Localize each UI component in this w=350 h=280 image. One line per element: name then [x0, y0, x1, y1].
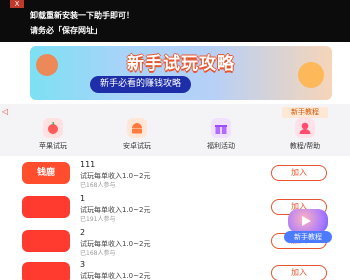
task-participants: 已168人参与: [80, 182, 116, 189]
notice-bar: X 卸载重新安装一下助手即可！ 请务必「保存网址」: [0, 0, 350, 42]
category-row: 苹果试玩 安卓试玩 福利活动 教程/帮助: [24, 118, 334, 152]
category-android[interactable]: 安卓试玩: [108, 118, 166, 152]
banner-title: 新手试玩攻略: [127, 54, 235, 74]
tutorial-tab[interactable]: 新手教程: [282, 107, 328, 118]
promo-banner[interactable]: 新手试玩攻略 新手必看的赚钱攻略: [30, 46, 332, 100]
category-ios[interactable]: 苹果试玩: [24, 118, 82, 152]
notice-close-button[interactable]: X: [10, 0, 24, 8]
gift-icon: [211, 118, 231, 138]
notice-line-1: 卸载重新安装一下助手即可！: [30, 11, 134, 20]
task-name: 111: [80, 160, 96, 169]
android-icon: [127, 118, 147, 138]
list-item[interactable]: 钱鹿 111 试玩每单收入1.0~2元 已168人参与 加入: [0, 158, 350, 189]
floating-tutorial-button[interactable]: 新手教程: [284, 209, 336, 243]
category-welfare[interactable]: 福利活动: [192, 118, 250, 152]
notice-line-2: 请务必「保存网址」: [30, 26, 102, 35]
play-icon: [302, 216, 311, 226]
list-item[interactable]: 3 试玩每单收入1.0~2元 加入: [0, 258, 350, 280]
category-label: 苹果试玩: [39, 142, 67, 150]
task-participants: 已168人参与: [80, 250, 116, 257]
task-desc: 试玩每单收入1.0~2元: [80, 272, 151, 280]
join-button[interactable]: 加入: [271, 265, 327, 280]
banner-area: 新手试玩攻略 新手必看的赚钱攻略: [0, 42, 350, 104]
category-label: 教程/帮助: [289, 142, 321, 150]
app-logo: [22, 230, 70, 252]
task-name: 1: [80, 194, 86, 203]
apple-icon: [43, 118, 63, 138]
app-logo: [22, 196, 70, 218]
category-label: 安卓试玩: [123, 142, 151, 150]
speaker-icon: ◁: [2, 107, 9, 116]
help-person-icon: [295, 118, 315, 138]
floating-tutorial-label: 新手教程: [284, 231, 332, 243]
category-help[interactable]: 教程/帮助: [276, 118, 334, 152]
banner-subtitle: 新手必看的赚钱攻略: [90, 76, 192, 93]
join-button[interactable]: 加入: [271, 165, 327, 181]
task-participants: 已191人参与: [80, 216, 116, 223]
category-label: 福利活动: [207, 142, 235, 150]
task-name: 3: [80, 260, 86, 269]
app-logo: [22, 262, 70, 280]
task-name: 2: [80, 228, 86, 237]
app-logo: 钱鹿: [22, 162, 70, 184]
